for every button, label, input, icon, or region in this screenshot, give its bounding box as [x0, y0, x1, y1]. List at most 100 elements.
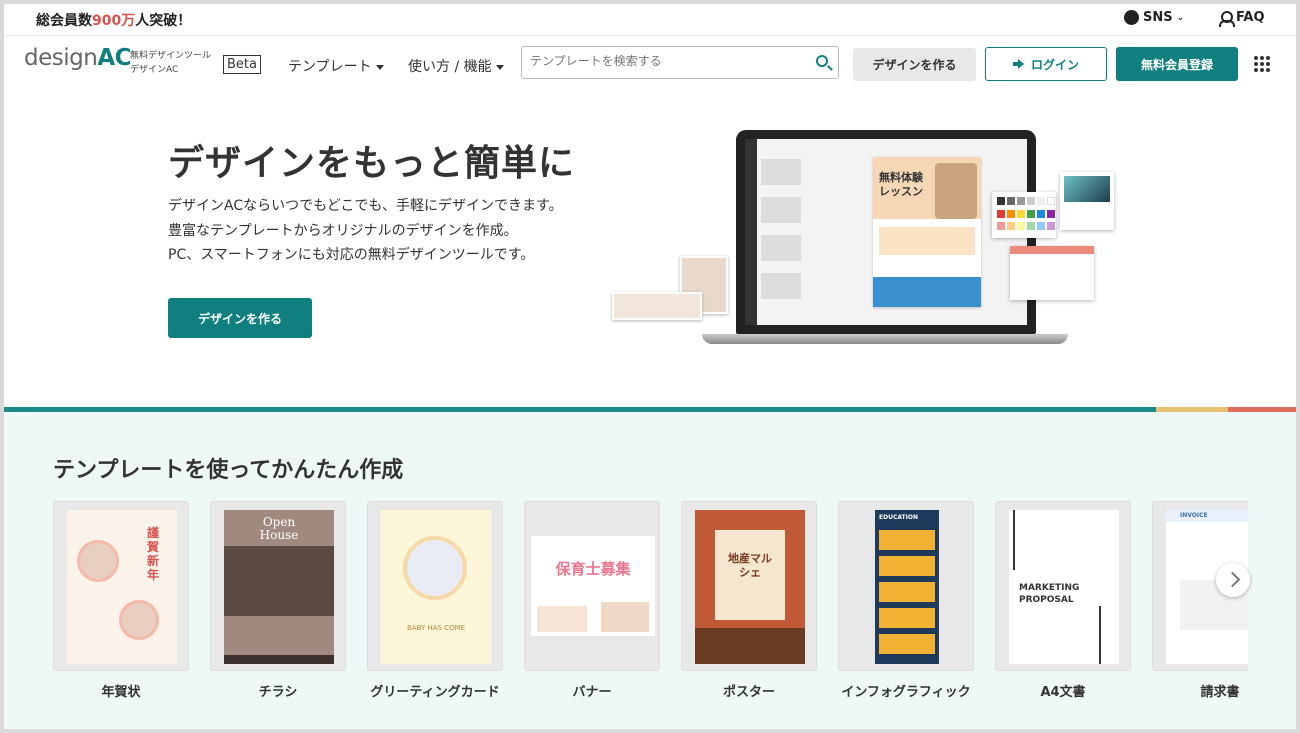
card-art-text: Open House: [259, 515, 299, 542]
main-header: designAC 無料デザインツール デザインAC Beta テンプレート 使い…: [4, 37, 1296, 92]
support-person-icon: [1218, 10, 1235, 27]
hero-line-1: デザインACならいつでもどこでも、手軽にデザインできます。: [168, 198, 563, 214]
caret-down-icon: [495, 64, 504, 70]
editor-mockup: 無料体験 レッスン: [745, 139, 1027, 325]
doc-rule: [1099, 606, 1101, 664]
template-card-a4-doc[interactable]: MARKETING PROPOSAL A4文書: [995, 501, 1131, 700]
color-gradient-picker: [1060, 172, 1114, 230]
template-card-nengajo[interactable]: 謹賀新年 年賀状: [53, 501, 189, 700]
photo-strip: [612, 292, 702, 320]
template-label: A4文書: [1040, 685, 1086, 700]
flyer-header: 無料体験 レッスン: [873, 157, 981, 219]
hero-line-3: PC、スマートフォンにも対応の無料デザインツールです。: [168, 247, 535, 263]
nav-templates-label: テンプレート: [288, 59, 372, 75]
search-box: [521, 46, 839, 79]
card-art-text: MARKETING PROPOSAL: [1019, 583, 1080, 605]
login-label: ログイン: [1030, 57, 1079, 72]
kitchen-photo: [224, 546, 334, 616]
hero-title: デザインをもっと簡単に: [168, 143, 576, 184]
page-frame: 総会員数900万人突破！ SNS ⌄ FAQ designAC 無料デザインツー…: [4, 4, 1296, 729]
template-card-poster[interactable]: 地産マルシェ ポスター: [681, 501, 817, 700]
logo-wordmark: design: [24, 45, 98, 71]
chevron-down-icon: ⌄: [1176, 12, 1185, 23]
top-bar: 総会員数900万人突破！ SNS ⌄ FAQ: [4, 4, 1296, 36]
card-art-text: BABY HAS COME: [406, 624, 466, 632]
flyer-title: 無料体験 レッスン: [879, 171, 923, 199]
login-arrow-icon: [1012, 59, 1025, 69]
nav-templates-menu[interactable]: テンプレート: [288, 56, 384, 76]
card-art-text: EDUCATION: [879, 514, 918, 521]
templates-section: テンプレートを使ってかんたん作成 謹賀新年 年賀状 Open House チラシ…: [4, 412, 1296, 729]
template-thumbnail: 保育士募集: [524, 501, 660, 671]
editor-sidebar: [745, 139, 757, 325]
caret-down-icon: [375, 64, 384, 70]
member-count-suffix: 人突破！: [135, 13, 192, 29]
templates-section-title: テンプレートを使ってかんたん作成: [53, 458, 404, 483]
baby-photo: [77, 540, 119, 582]
search-input[interactable]: [530, 54, 800, 68]
template-label: バナー: [572, 685, 612, 700]
template-thumbnail: Open House: [210, 501, 346, 671]
template-card-greeting[interactable]: BABY HAS COME グリーティングカード: [367, 501, 503, 700]
site-logo[interactable]: designAC: [24, 45, 131, 71]
hero-line-2: 豊富なテンプレートからオリジナルのデザインを作成。: [168, 222, 518, 239]
register-button[interactable]: 無料会員登録: [1116, 47, 1238, 81]
info-block: [879, 582, 935, 602]
template-label: グリーティングカード: [370, 685, 500, 700]
flyer-body: [879, 227, 975, 255]
template-thumbnail: MARKETING PROPOSAL: [995, 501, 1131, 671]
infographic-art: EDUCATION: [875, 510, 939, 664]
card-art-text: 保育士募集: [555, 560, 631, 578]
faq-link[interactable]: FAQ: [1218, 10, 1265, 27]
template-label: 請求書: [1200, 685, 1240, 700]
flyer-canvas: 無料体験 レッスン: [873, 157, 981, 307]
info-block: [879, 634, 935, 654]
create-design-button[interactable]: デザインを作る: [853, 48, 976, 81]
flyer-photo: [935, 163, 977, 219]
faq-label: FAQ: [1236, 10, 1265, 25]
template-thumb: [761, 159, 801, 185]
template-label: 年賀状: [101, 685, 141, 700]
carousel-next-button[interactable]: [1216, 563, 1250, 597]
nengajo-art: 謹賀新年: [67, 510, 177, 664]
search-icon[interactable]: [816, 55, 828, 67]
info-block: [879, 530, 935, 550]
nav-howto-label: 使い方 / 機能: [408, 59, 492, 75]
template-label: ポスター: [722, 685, 775, 700]
template-card-invoice[interactable]: INVOICE 請求書: [1152, 501, 1248, 700]
hero-create-design-button[interactable]: デザインを作る: [168, 298, 312, 338]
card-art-text: 地産マルシェ: [728, 552, 772, 579]
flyer-title-line1: 無料体験: [879, 171, 923, 184]
template-thumb: [761, 235, 801, 261]
flyer-title-line2: レッスン: [879, 185, 923, 198]
nav-howto-menu[interactable]: 使い方 / 機能: [408, 56, 504, 76]
template-label: インフォグラフィック: [841, 685, 971, 700]
member-count-prefix: 総会員数: [36, 13, 92, 29]
template-carousel: 謹賀新年 年賀状 Open House チラシ BABY HAS COME グリ…: [53, 501, 1248, 701]
banner-art: 保育士募集: [531, 536, 655, 636]
flyer-footer: [873, 277, 981, 307]
color-palette: [992, 192, 1056, 238]
kids-photo: [537, 606, 587, 632]
template-card-flyer[interactable]: Open House チラシ: [210, 501, 346, 700]
info-block: [879, 556, 935, 576]
template-thumbnail: EDUCATION: [838, 501, 974, 671]
a4-doc-art: MARKETING PROPOSAL: [1009, 510, 1119, 664]
logo-subtitle-line2: デザインAC: [130, 65, 179, 75]
flyer-footer-bar: [224, 655, 334, 664]
beta-badge: Beta: [223, 55, 261, 74]
sns-link[interactable]: SNS ⌄: [1124, 10, 1184, 25]
member-count-banner: 総会員数900万人突破！: [36, 10, 191, 30]
login-button[interactable]: ログイン: [985, 47, 1107, 81]
hero-description: デザインACならいつでもどこでも、手軽にデザインできます。 豊富なテンプレートか…: [168, 194, 563, 268]
template-thumb: [761, 197, 801, 223]
sns-label: SNS: [1143, 10, 1173, 25]
template-card-banner[interactable]: 保育士募集 バナー: [524, 501, 660, 700]
member-count-value: 900万: [92, 13, 136, 29]
chat-bubble-icon: [1124, 10, 1139, 25]
apps-grid-icon[interactable]: [1254, 56, 1270, 72]
logo-ac: AC: [97, 45, 131, 71]
template-thumbnail: 謹賀新年: [53, 501, 189, 671]
template-card-infographic[interactable]: EDUCATION インフォグラフィック: [838, 501, 974, 700]
logo-subtitle: 無料デザインツール デザインAC: [130, 49, 211, 77]
